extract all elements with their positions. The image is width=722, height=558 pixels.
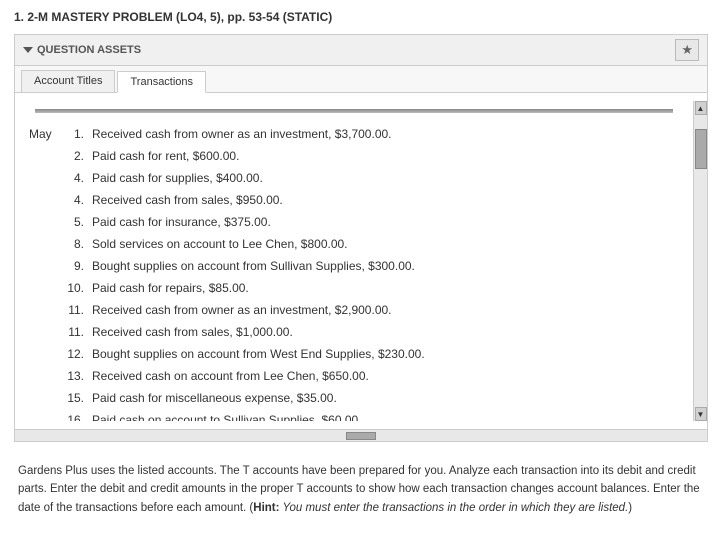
table-row: 11.Received cash from owner as an invest… — [25, 299, 683, 321]
table-row: 15.Paid cash for miscellaneous expense, … — [25, 387, 683, 409]
table-row: 4.Paid cash for supplies, $400.00. — [25, 167, 683, 189]
page-container: 1. 2-M MASTERY PROBLEM (LO4, 5), pp. 53-… — [0, 0, 722, 531]
horizontal-scrollbar[interactable] — [15, 429, 707, 441]
scrollbar-track: ▲ ▼ — [693, 101, 707, 421]
divider-bar — [35, 109, 673, 113]
month-cell — [25, 255, 60, 277]
scroll-area[interactable]: May1.Received cash from owner as an inve… — [15, 101, 693, 421]
question-assets-panel: QUESTION ASSETS ★ Account Titles Transac… — [14, 34, 708, 442]
month-cell — [25, 387, 60, 409]
desc-cell: Paid cash for supplies, $400.00. — [88, 167, 683, 189]
instructions-main: Gardens Plus uses the listed accounts. T… — [18, 465, 700, 514]
num-cell: 15. — [60, 387, 88, 409]
scrollbar-thumb[interactable] — [695, 129, 707, 169]
scrollbar-up-button[interactable]: ▲ — [695, 101, 707, 115]
desc-cell: Paid cash for insurance, $375.00. — [88, 211, 683, 233]
desc-cell: Paid cash for miscellaneous expense, $35… — [88, 387, 683, 409]
instructions-text: Gardens Plus uses the listed accounts. T… — [14, 454, 708, 521]
star-button[interactable]: ★ — [675, 39, 699, 61]
num-cell: 16. — [60, 409, 88, 421]
qa-header-label: QUESTION ASSETS — [23, 44, 141, 56]
transactions-table: May1.Received cash from owner as an inve… — [25, 123, 683, 421]
num-cell: 9. — [60, 255, 88, 277]
desc-cell: Sold services on account to Lee Chen, $8… — [88, 233, 683, 255]
tab-account-titles[interactable]: Account Titles — [21, 70, 115, 92]
num-cell: 12. — [60, 343, 88, 365]
desc-cell: Received cash on account from Lee Chen, … — [88, 365, 683, 387]
table-row: 11.Received cash from sales, $1,000.00. — [25, 321, 683, 343]
desc-cell: Received cash from sales, $1,000.00. — [88, 321, 683, 343]
desc-cell: Paid cash on account to Sullivan Supplie… — [88, 409, 683, 421]
month-cell — [25, 277, 60, 299]
desc-cell: Bought supplies on account from Sullivan… — [88, 255, 683, 277]
problem-title: 1. 2-M MASTERY PROBLEM (LO4, 5), pp. 53-… — [14, 10, 708, 24]
desc-cell: Paid cash for repairs, $85.00. — [88, 277, 683, 299]
num-cell: 1. — [60, 123, 88, 145]
table-row: 12.Bought supplies on account from West … — [25, 343, 683, 365]
num-cell: 5. — [60, 211, 88, 233]
desc-cell: Received cash from owner as an investmen… — [88, 123, 683, 145]
num-cell: 8. — [60, 233, 88, 255]
month-cell — [25, 167, 60, 189]
month-cell — [25, 365, 60, 387]
month-cell — [25, 343, 60, 365]
month-cell — [25, 145, 60, 167]
month-cell — [25, 299, 60, 321]
tabs-row: Account Titles Transactions — [15, 66, 707, 93]
collapse-icon[interactable] — [23, 47, 33, 53]
table-row: 4.Received cash from sales, $950.00. — [25, 189, 683, 211]
num-cell: 11. — [60, 299, 88, 321]
table-row: 5.Paid cash for insurance, $375.00. — [25, 211, 683, 233]
table-row: 8.Sold services on account to Lee Chen, … — [25, 233, 683, 255]
num-cell: 13. — [60, 365, 88, 387]
table-row: 13.Received cash on account from Lee Che… — [25, 365, 683, 387]
num-cell: 4. — [60, 189, 88, 211]
month-cell — [25, 189, 60, 211]
desc-cell: Paid cash for rent, $600.00. — [88, 145, 683, 167]
desc-cell: Received cash from sales, $950.00. — [88, 189, 683, 211]
desc-cell: Received cash from owner as an investmen… — [88, 299, 683, 321]
month-cell — [25, 233, 60, 255]
table-row: 10.Paid cash for repairs, $85.00. — [25, 277, 683, 299]
month-cell: May — [25, 123, 60, 145]
num-cell: 2. — [60, 145, 88, 167]
month-cell — [25, 321, 60, 343]
table-row: 2.Paid cash for rent, $600.00. — [25, 145, 683, 167]
scrollbar-down-button[interactable]: ▼ — [695, 407, 707, 421]
table-row: May1.Received cash from owner as an inve… — [25, 123, 683, 145]
table-row: 16.Paid cash on account to Sullivan Supp… — [25, 409, 683, 421]
horiz-scrollbar-thumb[interactable] — [346, 432, 376, 440]
num-cell: 10. — [60, 277, 88, 299]
desc-cell: Bought supplies on account from West End… — [88, 343, 683, 365]
qa-header: QUESTION ASSETS ★ — [15, 35, 707, 66]
table-row: 9.Bought supplies on account from Sulliv… — [25, 255, 683, 277]
tab-transactions[interactable]: Transactions — [117, 71, 206, 93]
month-cell — [25, 409, 60, 421]
qa-header-text: QUESTION ASSETS — [37, 44, 141, 56]
num-cell: 11. — [60, 321, 88, 343]
month-cell — [25, 211, 60, 233]
content-area: May1.Received cash from owner as an inve… — [15, 93, 707, 429]
num-cell: 4. — [60, 167, 88, 189]
